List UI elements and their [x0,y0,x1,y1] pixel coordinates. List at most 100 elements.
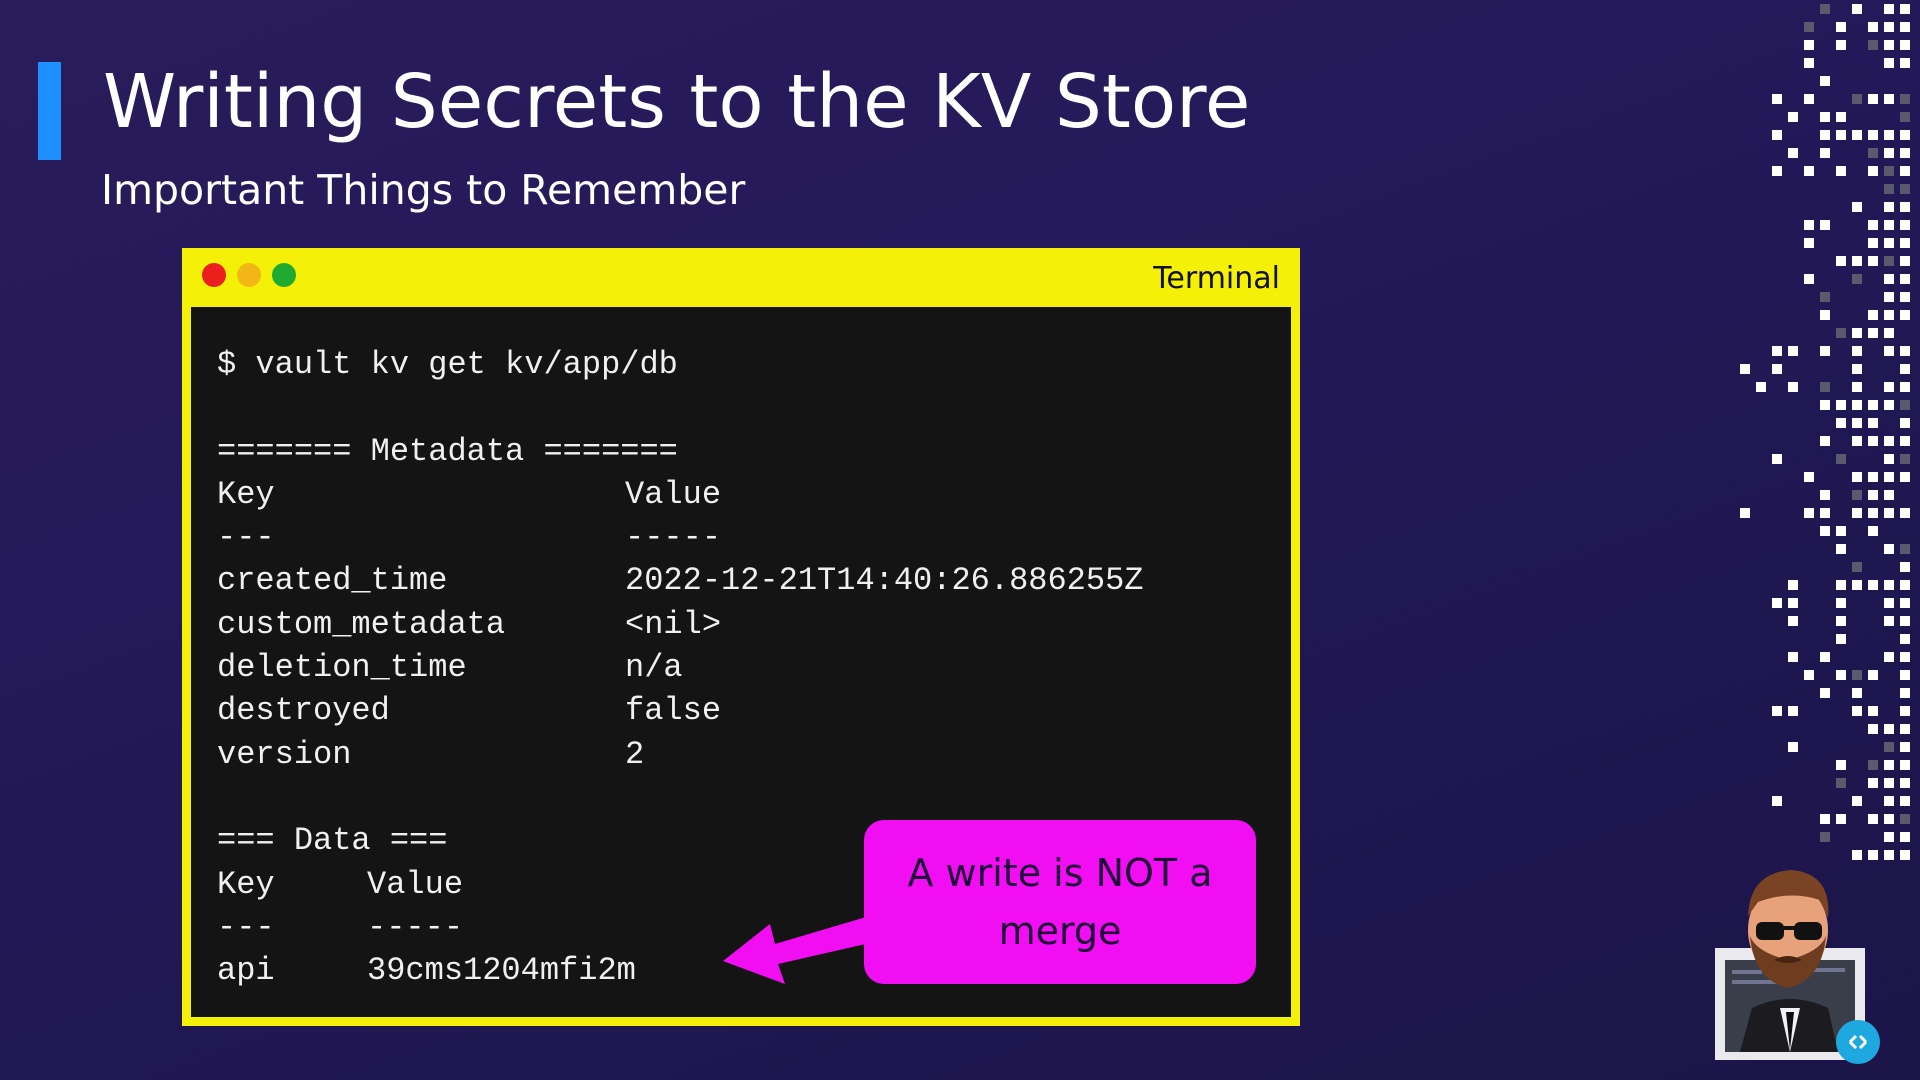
pixel-square [1884,22,1894,32]
pixel-square [1788,580,1798,590]
pixel-square [1820,688,1830,698]
pixel-square [1820,526,1830,536]
pixel-square [1868,238,1878,248]
pixel-square [1836,40,1846,50]
pixel-square [1884,436,1894,446]
pixel-square [1836,418,1846,428]
pixel-square [1884,58,1894,68]
pixel-square [1740,508,1750,518]
data-value-header: Value [367,865,464,903]
pixel-square [1884,490,1894,500]
slide-subtitle: Important Things to Remember [101,166,746,214]
pixel-square [1868,778,1878,788]
pixel-square [1884,724,1894,734]
window-controls [202,263,296,287]
pixel-square [1900,184,1910,194]
pixel-square [1868,94,1878,104]
pixel-square [1900,454,1910,464]
callout-arrow-icon [723,912,883,984]
pixel-square [1900,4,1910,14]
pixel-square [1772,796,1782,806]
pixel-square [1804,508,1814,518]
pixel-square [1884,292,1894,302]
pixel-square [1884,4,1894,14]
pixel-square [1852,796,1862,806]
pixel-square [1900,112,1910,122]
pixel-square [1900,130,1910,140]
pixel-square [1868,670,1878,680]
pixel-square [1900,346,1910,356]
pixel-square [1868,400,1878,410]
data-key-separator: --- [217,908,275,946]
pixel-square [1820,346,1830,356]
pixel-square [1852,382,1862,392]
pixel-square [1852,202,1862,212]
pixel-square [1804,22,1814,32]
pixel-square [1836,580,1846,590]
pixel-square [1900,310,1910,320]
metadata-separator-row: --- ----- [217,516,1143,559]
pixel-square [1868,760,1878,770]
pixel-square [1868,220,1878,230]
pixel-square [1836,670,1846,680]
pixel-square [1884,184,1894,194]
close-dot-icon [202,263,226,287]
pixel-square [1868,310,1878,320]
pixel-square [1900,418,1910,428]
pixel-square [1772,364,1782,374]
pixel-square [1868,148,1878,158]
pixel-square [1788,112,1798,122]
pixel-square [1884,400,1894,410]
pixel-square [1788,706,1798,716]
command-line: $ vault kv get kv/app/db [217,346,678,383]
pixel-square [1820,76,1830,86]
pixel-square [1868,418,1878,428]
pixel-square [1820,112,1830,122]
pixel-square [1804,166,1814,176]
pixel-square [1884,382,1894,392]
slide-title: Writing Secrets to the KV Store [103,59,1251,145]
pixel-square [1788,616,1798,626]
pixel-square [1804,220,1814,230]
pixel-square [1788,382,1798,392]
pixel-square [1788,346,1798,356]
pixel-square [1804,670,1814,680]
pixel-square [1788,598,1798,608]
metadata-value: 2 [625,735,645,773]
pixel-square [1900,598,1910,608]
pixel-square [1884,94,1894,104]
pixel-square [1868,724,1878,734]
pixel-square [1884,328,1894,338]
pixel-square [1884,130,1894,140]
pixel-square [1900,580,1910,590]
pixel-square [1900,670,1910,680]
pixel-square [1900,94,1910,104]
pixel-square [1884,346,1894,356]
metadata-header: ======= Metadata ======= [217,432,678,470]
pixel-square [1836,616,1846,626]
pixel-square [1900,256,1910,266]
pixel-square [1820,382,1830,392]
pixel-square [1900,436,1910,446]
pixel-square [1884,598,1894,608]
pixel-square [1884,238,1894,248]
pixel-square [1900,238,1910,248]
pixel-square [1900,724,1910,734]
pixel-square [1900,202,1910,212]
pixel-square [1756,382,1766,392]
pixel-square [1852,508,1862,518]
pixel-square [1836,526,1846,536]
pixel-square [1836,328,1846,338]
pixel-square [1852,688,1862,698]
pixel-square [1772,598,1782,608]
pixel-square [1852,94,1862,104]
pixel-square [1900,508,1910,518]
pixel-square [1884,40,1894,50]
pixel-square [1868,166,1878,176]
pixel-square [1884,274,1894,284]
pixel-square [1868,508,1878,518]
pixel-square [1836,112,1846,122]
metadata-value-header: Value [625,475,722,513]
pixel-square [1852,256,1862,266]
data-value: 39cms1204mfi2m [367,952,636,990]
